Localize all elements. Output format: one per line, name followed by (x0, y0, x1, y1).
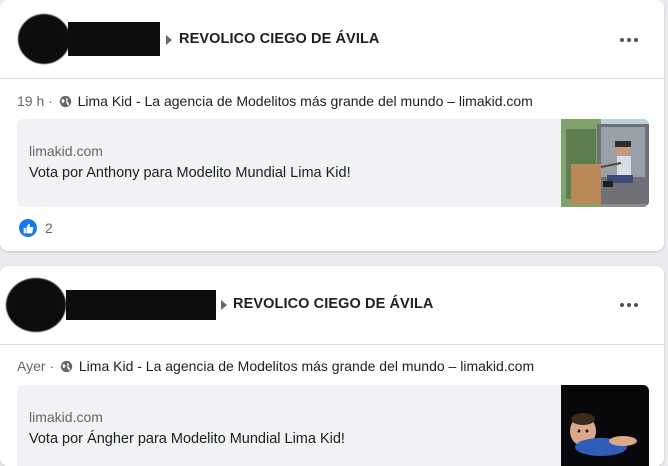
author-name-redacted[interactable] (66, 290, 216, 320)
link-domain: limakid.com (29, 143, 103, 159)
post-header: REVOLICO CIEGO DE ÁVILA (0, 266, 664, 345)
link-title: Vota por Ángher para Modelito Mundial Li… (29, 431, 345, 447)
avatar[interactable] (18, 14, 70, 64)
like-icon (19, 219, 37, 237)
group-name-link[interactable]: REVOLICO CIEGO DE ÁVILA (179, 31, 380, 47)
post-timestamp[interactable]: 19 h (17, 93, 44, 109)
meta-separator: · (49, 358, 55, 374)
author-name-redacted[interactable] (68, 22, 160, 56)
post-text: Lima Kid - La agencia de Modelitos más g… (78, 358, 535, 374)
link-preview[interactable]: limakid.com Vota por Anthony para Modeli… (17, 119, 649, 207)
globe-icon (60, 360, 73, 373)
caret-right-icon (221, 300, 227, 310)
more-options-button[interactable] (614, 293, 644, 317)
group-name-link[interactable]: REVOLICO CIEGO DE ÁVILA (233, 296, 434, 312)
post-meta: 19 h · Lima Kid - La agencia de Modelito… (17, 93, 533, 109)
more-horizontal-icon (620, 303, 624, 307)
reaction-count: 2 (45, 220, 53, 236)
post-text: Lima Kid - La agencia de Modelitos más g… (77, 93, 533, 109)
link-thumbnail (561, 119, 649, 207)
link-domain: limakid.com (29, 409, 103, 425)
post-meta: Ayer · Lima Kid - La agencia de Modelito… (17, 358, 534, 374)
post-header: REVOLICO CIEGO DE ÁVILA (0, 0, 664, 79)
post-timestamp[interactable]: Ayer (17, 358, 46, 374)
avatar[interactable] (6, 278, 66, 332)
caret-right-icon (166, 35, 172, 45)
feed-post: REVOLICO CIEGO DE ÁVILA Ayer · Lima Kid … (0, 266, 664, 466)
meta-separator: · (48, 93, 53, 109)
feed-post: REVOLICO CIEGO DE ÁVILA 19 h · Lima Kid … (0, 0, 664, 251)
more-horizontal-icon (620, 38, 624, 42)
reactions-summary[interactable]: 2 (19, 219, 53, 237)
globe-icon (59, 95, 71, 108)
more-options-button[interactable] (614, 28, 644, 52)
link-title: Vota por Anthony para Modelito Mundial L… (29, 165, 351, 181)
